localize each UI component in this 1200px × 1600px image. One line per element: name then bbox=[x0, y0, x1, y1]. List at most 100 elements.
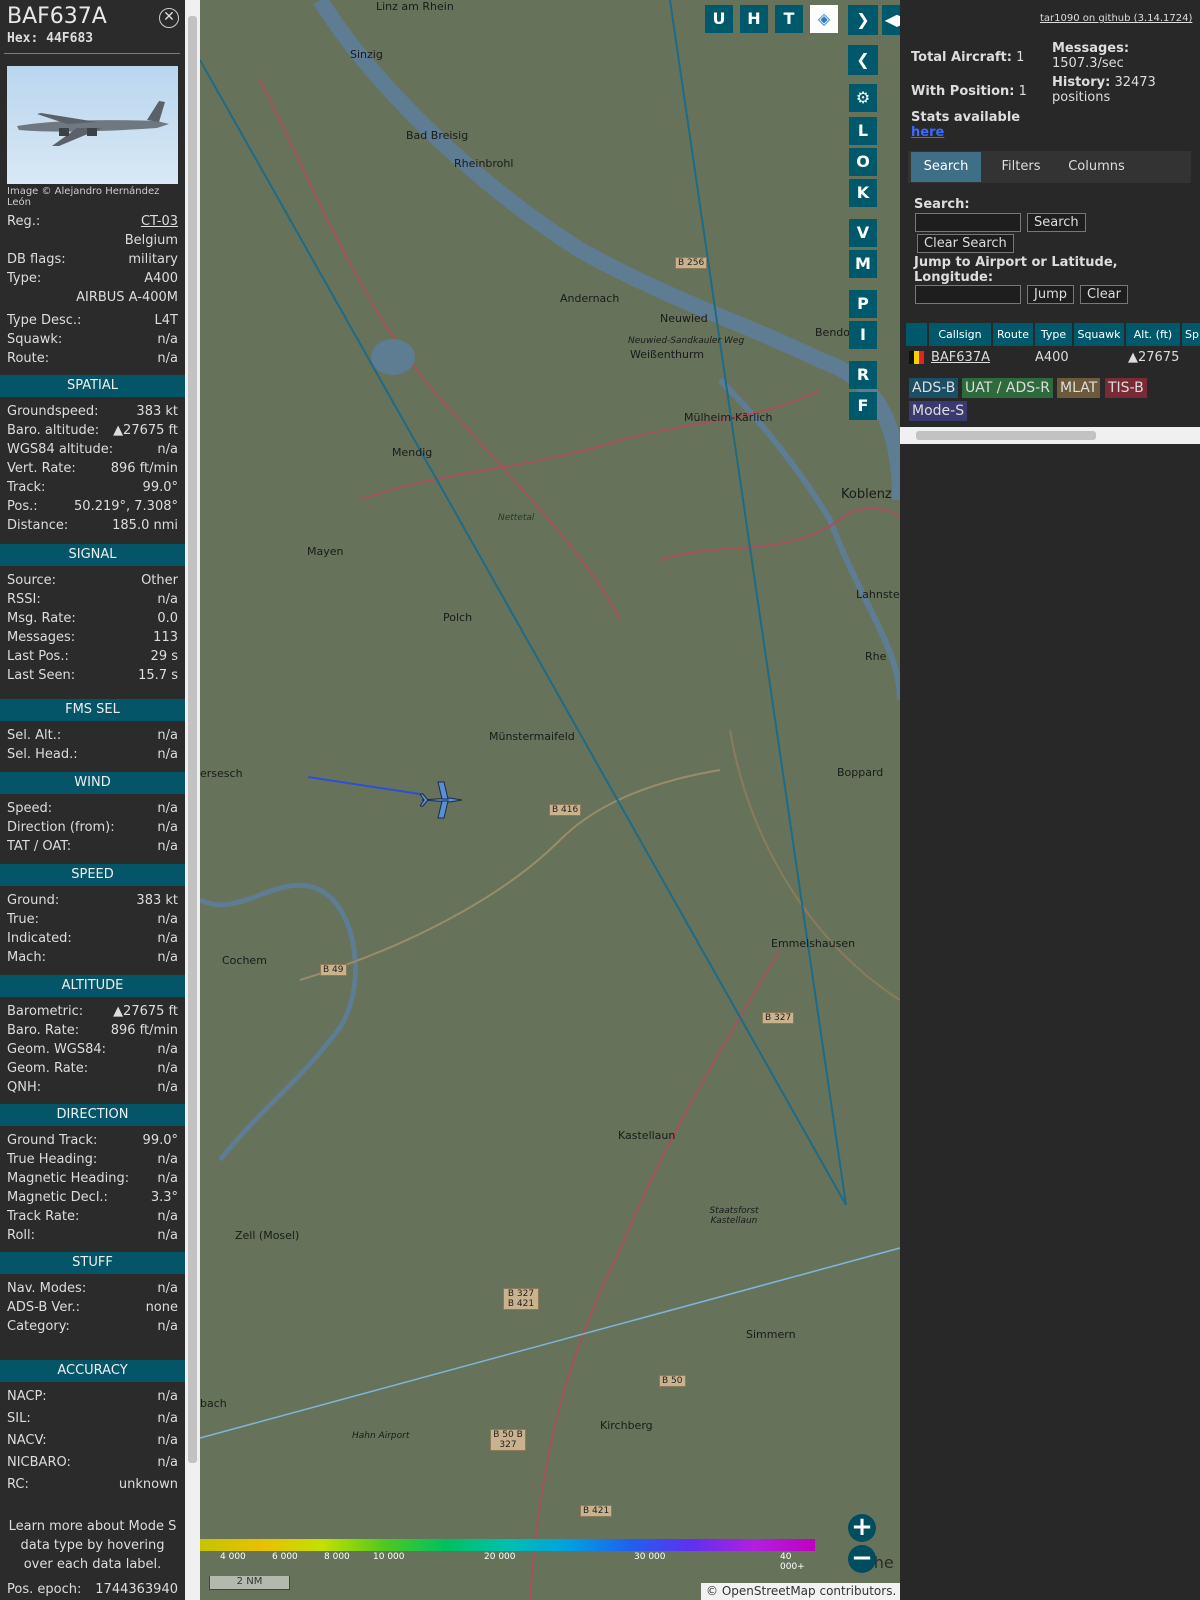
gear-icon[interactable]: ⚙ bbox=[849, 84, 877, 112]
map-toggle-k[interactable]: K bbox=[849, 179, 877, 207]
map-toggle-p[interactable]: P bbox=[849, 290, 877, 318]
field-label[interactable]: Ground Track: bbox=[7, 1132, 97, 1150]
clear-button[interactable]: Clear bbox=[1080, 285, 1128, 304]
field-label[interactable]: Sel. Alt.: bbox=[7, 727, 61, 745]
map-toggle-f[interactable]: F bbox=[849, 392, 877, 420]
field-label[interactable]: Indicated: bbox=[7, 930, 72, 948]
field-label[interactable]: Ground: bbox=[7, 892, 59, 910]
field-label[interactable]: Nav. Modes: bbox=[7, 1280, 86, 1298]
squawk-row: Squawk: n/a bbox=[7, 332, 178, 347]
field-label[interactable]: Pos.: bbox=[7, 498, 38, 516]
field-label[interactable]: Last Pos.: bbox=[7, 648, 69, 666]
map-toggle-l[interactable]: L bbox=[849, 117, 877, 145]
field-label[interactable]: SIL: bbox=[7, 1410, 31, 1428]
field-label[interactable]: Barometric: bbox=[7, 1003, 83, 1021]
field-value: n/a bbox=[157, 1228, 178, 1243]
row-callsign[interactable]: BAF637A bbox=[931, 348, 990, 368]
field-label[interactable]: Geom. WGS84: bbox=[7, 1041, 106, 1059]
search-input[interactable] bbox=[915, 213, 1021, 232]
altitude-row: Barometric: ▲27675 ft bbox=[7, 1003, 178, 1021]
map-toggle-h[interactable]: H bbox=[740, 5, 768, 33]
place-label: Sinzig bbox=[350, 48, 383, 61]
field-label[interactable]: Roll: bbox=[7, 1227, 35, 1245]
col-type[interactable]: Type bbox=[1035, 323, 1072, 346]
info-scrollbar[interactable] bbox=[185, 0, 200, 1600]
field-label[interactable]: Vert. Rate: bbox=[7, 460, 76, 478]
field-label[interactable]: Source: bbox=[7, 572, 56, 590]
field-label[interactable]: NACV: bbox=[7, 1432, 47, 1450]
map-toggle-m[interactable]: M bbox=[849, 250, 877, 278]
col-callsign[interactable]: Callsign bbox=[929, 323, 991, 346]
field-label[interactable]: Category: bbox=[7, 1318, 70, 1336]
map-toggle-t[interactable]: T bbox=[775, 5, 803, 33]
aircraft-photo[interactable] bbox=[7, 66, 178, 184]
zoom-out-icon[interactable]: − bbox=[848, 1545, 876, 1573]
expand-horizontal-icon[interactable]: ◀▶ bbox=[882, 5, 900, 35]
reg-link[interactable]: CT-03 bbox=[141, 213, 178, 231]
field-label[interactable]: Direction (from): bbox=[7, 819, 115, 837]
field-label[interactable]: Messages: bbox=[7, 629, 75, 647]
tab-filters[interactable]: Filters bbox=[985, 152, 1057, 182]
github-link[interactable]: tar1090 on github (3.14.1724) bbox=[1040, 13, 1192, 24]
field-label[interactable]: QNH: bbox=[7, 1079, 41, 1097]
field-label[interactable]: Sel. Head.: bbox=[7, 746, 78, 764]
clear-search-button[interactable]: Clear Search bbox=[917, 234, 1014, 253]
jump-button[interactable]: Jump bbox=[1027, 285, 1074, 304]
map-view[interactable]: Linz am Rhein Sinzig Bad Breisig Rheinbr… bbox=[200, 0, 900, 1600]
field-label[interactable]: Magnetic Heading: bbox=[7, 1170, 129, 1188]
section-stuff: STUFF bbox=[0, 1252, 185, 1274]
tab-search[interactable]: Search bbox=[911, 152, 981, 182]
direction-row: Magnetic Decl.: 3.3° bbox=[7, 1189, 178, 1207]
field-label[interactable]: True: bbox=[7, 911, 39, 929]
field-label[interactable]: RC: bbox=[7, 1476, 29, 1494]
place-label: Mendig bbox=[392, 446, 433, 459]
list-horizontal-scrollbar[interactable] bbox=[900, 427, 1200, 444]
field-label[interactable]: ADS-B Ver.: bbox=[7, 1299, 80, 1317]
tab-columns[interactable]: Columns bbox=[1060, 152, 1133, 182]
col-route[interactable]: Route bbox=[993, 323, 1033, 346]
jump-input[interactable] bbox=[915, 285, 1021, 304]
field-label[interactable]: WGS84 altitude: bbox=[7, 441, 113, 459]
field-label[interactable]: Mach: bbox=[7, 949, 46, 967]
field-label[interactable]: True Heading: bbox=[7, 1151, 97, 1169]
field-label[interactable]: Msg. Rate: bbox=[7, 610, 76, 628]
chevron-left-icon[interactable]: ❮ bbox=[848, 45, 878, 75]
aircraft-list-panel: tar1090 on github (3.14.1724) Total Airc… bbox=[900, 0, 1200, 1600]
field-label[interactable]: RSSI: bbox=[7, 591, 41, 609]
field-label[interactable]: Baro. altitude: bbox=[7, 422, 99, 440]
chevron-right-icon[interactable]: ❯ bbox=[848, 5, 878, 35]
map-toggle-v[interactable]: V bbox=[849, 219, 877, 247]
map-toggle-o[interactable]: O bbox=[849, 148, 877, 176]
field-value: n/a bbox=[157, 839, 178, 854]
field-label[interactable]: TAT / OAT: bbox=[7, 838, 71, 856]
signal-row: Msg. Rate: 0.0 bbox=[7, 610, 178, 628]
col-alt[interactable]: Alt. (ft) bbox=[1126, 323, 1180, 346]
col-speed[interactable]: Sp bbox=[1182, 323, 1200, 346]
field-label[interactable]: Baro. Rate: bbox=[7, 1022, 79, 1040]
close-icon[interactable]: ✕ bbox=[159, 8, 179, 28]
field-label[interactable]: Track: bbox=[7, 479, 45, 497]
layers-icon[interactable]: ◈ bbox=[810, 5, 838, 33]
col-squawk[interactable]: Squawk bbox=[1074, 323, 1124, 346]
place-label: Rhe bbox=[865, 650, 887, 663]
map-toggle-u[interactable]: U bbox=[705, 5, 733, 33]
field-label[interactable]: Distance: bbox=[7, 517, 68, 535]
field-label[interactable]: Track Rate: bbox=[7, 1208, 79, 1226]
field-label[interactable]: Last Seen: bbox=[7, 667, 75, 685]
map-toggle-i[interactable]: I bbox=[849, 321, 877, 349]
scale-tick: 8 000 bbox=[324, 1552, 350, 1562]
field-label[interactable]: Speed: bbox=[7, 800, 52, 818]
aircraft-marker-icon[interactable] bbox=[419, 780, 464, 820]
field-label[interactable]: Groundspeed: bbox=[7, 403, 98, 421]
search-button[interactable]: Search bbox=[1027, 213, 1086, 232]
field-label[interactable]: Geom. Rate: bbox=[7, 1060, 88, 1078]
map-toggle-r[interactable]: R bbox=[849, 361, 877, 389]
zoom-in-icon[interactable]: + bbox=[848, 1514, 876, 1542]
stats-link[interactable]: here bbox=[911, 125, 944, 140]
altitude-row: Geom. Rate: n/a bbox=[7, 1060, 178, 1078]
field-label[interactable]: NACP: bbox=[7, 1388, 47, 1406]
field-label[interactable]: NICBARO: bbox=[7, 1454, 71, 1472]
field-value: n/a bbox=[157, 1042, 178, 1057]
map-attribution[interactable]: © OpenStreetMap contributors. bbox=[701, 1583, 902, 1600]
field-label[interactable]: Magnetic Decl.: bbox=[7, 1189, 108, 1207]
